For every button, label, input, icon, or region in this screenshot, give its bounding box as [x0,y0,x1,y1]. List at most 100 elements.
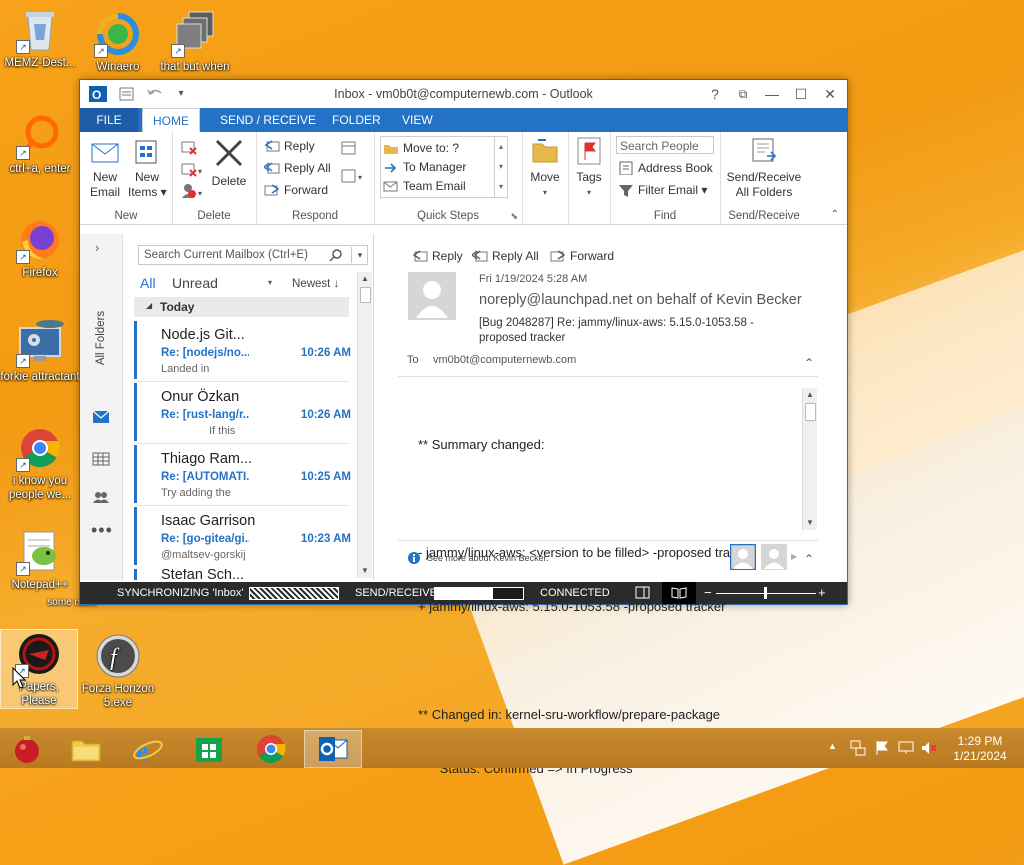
quick-steps-scroll[interactable]: ▴ ▾ ▾ [494,137,507,197]
desktop-icon-firefox[interactable]: ↗ Firefox [0,216,80,280]
reading-reply-all-button[interactable]: Reply All [470,246,539,266]
collapse-header-icon[interactable]: ⌃ [804,356,814,370]
expand-folder-pane-icon[interactable]: › [95,240,99,255]
list-item[interactable]: Onur Özkan Re: [rust-lang/r... 10:26 AM … [134,383,351,441]
taskbar-store-button[interactable] [181,730,237,766]
new-email-button[interactable]: New Email [86,138,124,200]
show-hidden-icons[interactable]: ▲ [828,741,837,751]
people-avatar-selected-icon[interactable] [730,544,756,570]
reading-view-button[interactable] [662,582,696,604]
search-icon[interactable] [329,248,343,262]
scroll-down-icon[interactable]: ▼ [803,516,817,530]
more-respond-icon[interactable]: ▾ [340,168,368,184]
system-clock[interactable]: 1:29 PM 1/21/2024 [944,734,1016,764]
sender-avatar-icon[interactable] [408,272,456,320]
calendar-nav-icon[interactable] [92,452,110,466]
filter-unread[interactable]: Unread [172,275,218,291]
ribbon-tabs: FILE HOME SEND / RECEIVE FOLDER VIEW [80,108,847,133]
people-info-link[interactable]: See more about Kevin Becker. [427,553,549,563]
desktop-icon-winaero[interactable]: ↗ Winaero [78,10,158,74]
desktop-icon-chrome[interactable]: ↗ i know you people we... [0,424,80,502]
delete-button[interactable]: Delete [208,136,250,189]
group-header-today[interactable]: ◢ Today [134,297,349,317]
desktop-icon-forkie[interactable]: ↗ forkie attractant [0,320,80,384]
volume-muted-icon[interactable] [920,739,938,757]
filter-all[interactable]: All [140,275,156,291]
scroll-thumb[interactable] [360,287,371,303]
network-tray-icon[interactable] [849,739,867,757]
action-center-flag-icon[interactable] [873,739,891,757]
filter-email-button[interactable]: Filter Email ▾ [616,180,707,200]
taskbar-memz-button[interactable] [0,730,56,766]
list-item[interactable]: Isaac Garrison Re: [go-gitea/gi... 10:23… [134,507,351,565]
tab-send-receive[interactable]: SEND / RECEIVE [210,108,326,132]
search-people-input[interactable]: Search People [616,136,714,154]
title-bar[interactable]: O ▾ Inbox - vm0b0t@computernewb.com - Ou… [80,80,847,108]
search-scope-dropdown[interactable]: ▾ [351,247,368,263]
scroll-up-icon[interactable]: ▲ [803,388,817,402]
help-button[interactable]: ? [704,84,726,104]
zoom-slider-thumb[interactable] [764,587,767,599]
filter-dropdown-icon[interactable]: ▾ [268,278,272,287]
ribbon-display-button[interactable]: ⧉ [732,84,754,104]
dialog-launcher-icon[interactable]: ⬊ [510,211,518,222]
tab-folder[interactable]: FOLDER [322,108,391,132]
people-avatar-icon[interactable] [761,544,787,570]
scroll-thumb[interactable] [805,403,816,421]
desktop-icon-notepadpp[interactable]: ↗ Notepad++ [0,528,80,592]
list-item[interactable]: Thiago Ram... Re: [AUTOMATI... 10:25 AM … [134,445,351,503]
scroll-down-icon[interactable]: ▼ [358,564,372,578]
junk-icon[interactable]: ▾ [180,182,204,200]
taskbar-explorer-button[interactable] [58,730,114,766]
minimize-button[interactable]: — [761,84,783,104]
scroll-up-icon[interactable]: ▲ [358,272,372,286]
reading-forward-button[interactable]: Forward [548,246,614,266]
reading-reply-button[interactable]: Reply [410,246,463,266]
send-receive-all-button[interactable]: Send/Receive All Folders [722,136,806,200]
forward-button[interactable]: Forward [262,180,328,200]
tab-view[interactable]: VIEW [392,108,443,132]
expand-people-pane-icon[interactable]: ⌃ [804,552,814,566]
address-book-button[interactable]: Address Book [616,158,713,178]
list-item[interactable]: Node.js Git... Re: [nodejs/no... 10:26 A… [134,321,351,379]
tab-home[interactable]: HOME [142,108,200,133]
tab-file[interactable]: FILE [80,108,138,132]
quick-step-move-to[interactable]: Move to: ? [381,138,459,158]
zoom-out-button[interactable]: − [704,585,712,600]
clean-up-icon[interactable]: ▾ [180,160,204,178]
reply-button[interactable]: Reply [262,136,315,156]
desktop-icon-forza[interactable]: f Forza Horizon 5.exe [78,632,158,710]
message-sender[interactable]: noreply@launchpad.net on behalf of Kevin… [479,292,802,308]
taskbar-ie-button[interactable]: e [120,730,176,766]
people-next-icon[interactable]: ▶ [791,552,797,561]
meeting-icon[interactable] [340,140,358,156]
reply-all-button[interactable]: Reply All [262,158,331,178]
ignore-icon[interactable] [180,138,198,156]
desktop-icon-that-but-when[interactable]: ↗ that but when [155,10,235,74]
sort-newest[interactable]: Newest ↓ [292,278,339,290]
to-recipient[interactable]: vm0b0t@computernewb.com [433,354,576,366]
display-tray-icon[interactable] [897,739,915,757]
taskbar-outlook-button[interactable] [304,730,362,768]
taskbar-chrome-button[interactable] [243,730,299,766]
list-item[interactable]: Stefan Sch... [134,569,351,580]
quick-step-team-email[interactable]: Team Email [381,176,466,196]
tags-button[interactable]: Tags ▾ [570,136,608,200]
move-button[interactable]: Move ▾ [526,136,564,200]
more-nav-icon[interactable]: ••• [91,520,113,541]
close-button[interactable]: ✕ [819,84,841,104]
body-scrollbar[interactable]: ▲ ▼ [802,388,817,530]
new-items-button[interactable]: New Items ▾ [128,138,167,200]
all-folders-label-box[interactable]: All Folders [84,294,118,384]
quick-step-to-manager[interactable]: To Manager [381,157,466,177]
people-nav-icon[interactable] [92,490,110,504]
desktop-icon-recycle-bin[interactable]: ↗ MEMZ-Dest... [0,6,80,70]
list-scrollbar[interactable]: ▲ ▼ [357,272,372,578]
normal-view-icon[interactable] [635,586,651,600]
maximize-button[interactable]: ☐ [790,84,812,104]
collapse-ribbon-icon[interactable]: ⌃ [831,209,839,220]
zoom-in-button[interactable]: + [818,585,826,600]
search-mailbox-input[interactable]: Search Current Mailbox (Ctrl+E) ▾ [138,245,368,265]
desktop-icon-ctrl-a[interactable]: ↗ ctrl+a, enter [0,112,80,176]
mail-nav-icon[interactable] [92,410,110,424]
